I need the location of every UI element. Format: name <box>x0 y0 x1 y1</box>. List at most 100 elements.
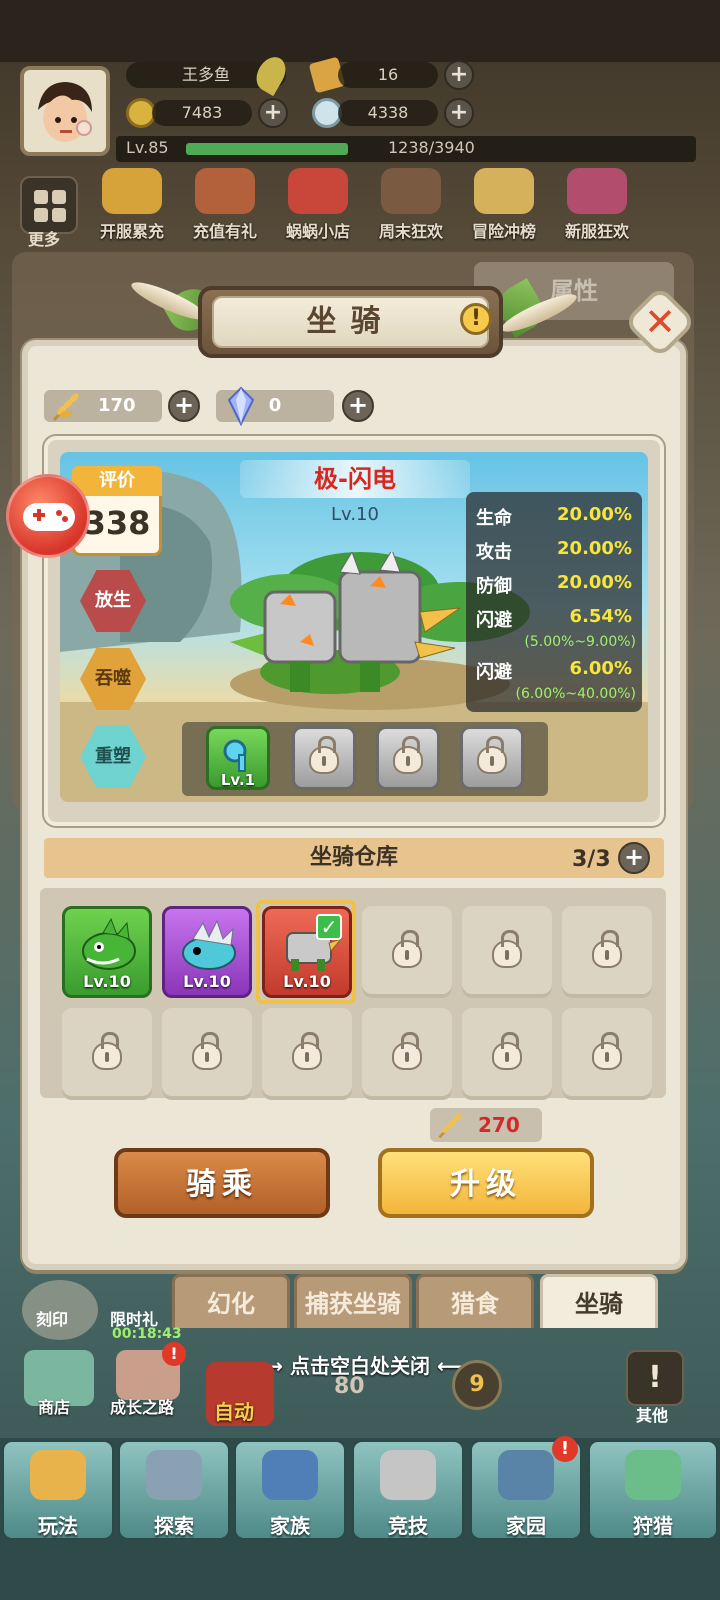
snail-icon <box>288 168 348 214</box>
growth-label: 成长之路 <box>110 1398 175 1417</box>
nav-label: 探索 <box>154 1514 194 1538</box>
rating-label: 评价 <box>72 466 162 496</box>
add-wheat-button[interactable]: + <box>168 390 200 422</box>
upgrade-cost: 270 <box>478 1113 520 1137</box>
player-level: Lv.85 <box>126 138 169 157</box>
event-label: 开服累充 <box>100 222 165 241</box>
tab-transform[interactable]: 幻化 <box>172 1274 290 1328</box>
warehouse-mount-2[interactable]: Lv.10 <box>162 906 252 998</box>
warehouse-slot-locked[interactable] <box>262 1008 352 1100</box>
nav-explore[interactable]: 探索 <box>118 1440 230 1540</box>
nav-clan[interactable]: 家族 <box>234 1440 346 1540</box>
skill-slot-locked[interactable] <box>292 726 356 790</box>
lock-icon <box>492 1032 522 1070</box>
character-group-icon <box>381 168 441 214</box>
event-recharge-gift[interactable]: 充值有礼 <box>193 168 257 242</box>
event-new-server[interactable]: 新服狂欢 <box>565 168 629 242</box>
skill-slot-locked[interactable] <box>376 726 440 790</box>
exp-fill <box>186 143 348 155</box>
exp-text: 1238/3940 <box>388 138 475 157</box>
skill-level: Lv.1 <box>220 771 256 789</box>
event-adventure-rank[interactable]: 冒险冲榜 <box>472 168 536 242</box>
alert-badge: ! <box>552 1436 578 1462</box>
totem-icon <box>30 1450 86 1500</box>
warehouse-slot-locked[interactable] <box>462 1008 552 1100</box>
ride-button[interactable]: 骑乘 <box>114 1148 330 1218</box>
lock-icon <box>392 1032 422 1070</box>
expand-warehouse-button[interactable]: + <box>618 842 650 874</box>
wheat-icon <box>52 392 80 422</box>
status-bar <box>0 0 720 62</box>
warehouse-slot-locked[interactable] <box>462 906 552 998</box>
warehouse-slot-locked[interactable] <box>562 906 652 998</box>
skill-slot-locked[interactable] <box>460 726 524 790</box>
nav-label: 家园 <box>506 1514 546 1538</box>
stat-range: (5.00%~9.00%) <box>524 634 636 650</box>
stage-number: 80 <box>334 1374 365 1399</box>
shop-label: 商店 <box>38 1398 71 1417</box>
info-button[interactable]: ! <box>460 303 492 335</box>
nav-hunting[interactable]: 狩猎 <box>588 1440 718 1540</box>
tab-mount[interactable]: 坐骑 <box>540 1274 658 1328</box>
engrave-label: 刻印 <box>36 1310 69 1329</box>
warehouse-mount-1[interactable]: Lv.10 <box>62 906 152 998</box>
hero-icon <box>567 168 627 214</box>
gold-count: 7483 <box>152 100 252 126</box>
warehouse-slot-locked[interactable] <box>562 1008 652 1100</box>
add-shell-button[interactable]: + <box>444 98 474 128</box>
wheat-icon <box>438 1113 462 1139</box>
nav-label: 狩猎 <box>633 1514 673 1538</box>
stat-label: 防御 <box>476 576 512 597</box>
event-weekend-carnival[interactable]: 周末狂欢 <box>379 168 443 242</box>
warehouse-header: 坐骑仓库 3/3 <box>44 838 664 878</box>
auto-label: 自动 <box>214 1400 254 1424</box>
limited-gift-timer: 00:18:43 <box>112 1326 182 1342</box>
event-snail-shop[interactable]: 蜗蜗小店 <box>286 168 350 242</box>
stat-label: 生命 <box>476 508 512 529</box>
stat-value: 20.00% <box>557 504 632 525</box>
dragon-icon <box>625 1450 681 1500</box>
stat-value: 20.00% <box>557 572 632 593</box>
sword-icon <box>380 1450 436 1500</box>
add-ticket-button[interactable]: + <box>444 60 474 90</box>
add-crystal-button[interactable]: + <box>342 390 374 422</box>
warehouse-slot-locked[interactable] <box>362 1008 452 1100</box>
event-label: 冒险冲榜 <box>472 222 537 241</box>
nav-gameplay[interactable]: 玩法 <box>2 1440 114 1540</box>
trophy-icon <box>474 168 534 214</box>
event-open-recharge[interactable]: 开服累充 <box>100 168 164 242</box>
lock-icon <box>92 1032 122 1070</box>
tab-capture-mount[interactable]: 捕获坐骑 <box>294 1274 412 1328</box>
skill-slot-1[interactable]: Lv.1 <box>206 726 270 790</box>
skill-key-icon <box>223 739 247 772</box>
warehouse-count: 3/3 <box>572 847 611 872</box>
warehouse-slot-locked[interactable] <box>162 1008 252 1100</box>
coin-chest-icon <box>102 168 162 214</box>
event-label: 周末狂欢 <box>379 222 444 241</box>
house-icon <box>498 1450 554 1500</box>
upgrade-cost-pill: 270 <box>430 1108 542 1142</box>
panel-title: 坐骑 <box>212 296 489 348</box>
player-avatar[interactable] <box>20 66 110 156</box>
lock-icon <box>477 736 507 774</box>
upgrade-button[interactable]: 升级 <box>378 1148 594 1218</box>
treasure-chest-icon <box>195 168 255 214</box>
tab-hunt-food[interactable]: 猎食 <box>416 1274 534 1328</box>
nav-arena[interactable]: 竞技 <box>352 1440 464 1540</box>
lock-icon <box>192 1032 222 1070</box>
blue-dino-icon <box>182 919 236 970</box>
other-button[interactable]: ! <box>626 1350 684 1406</box>
more-label: 更多 <box>28 230 61 249</box>
add-gold-button[interactable]: + <box>258 98 288 128</box>
avatar-portrait <box>38 82 92 142</box>
warehouse-slot-locked[interactable] <box>62 1008 152 1100</box>
lock-icon <box>592 930 622 968</box>
lock-icon <box>292 1032 322 1070</box>
dinosaur-mount-image <box>230 552 461 694</box>
map-icon <box>146 1450 202 1500</box>
warehouse-slot-locked[interactable] <box>362 906 452 998</box>
ticket-count: 16 <box>338 62 438 88</box>
stat-label: 闪避 <box>476 610 512 631</box>
floating-gamepad-button[interactable] <box>6 474 90 558</box>
mount-level: Lv.10 <box>331 504 379 525</box>
